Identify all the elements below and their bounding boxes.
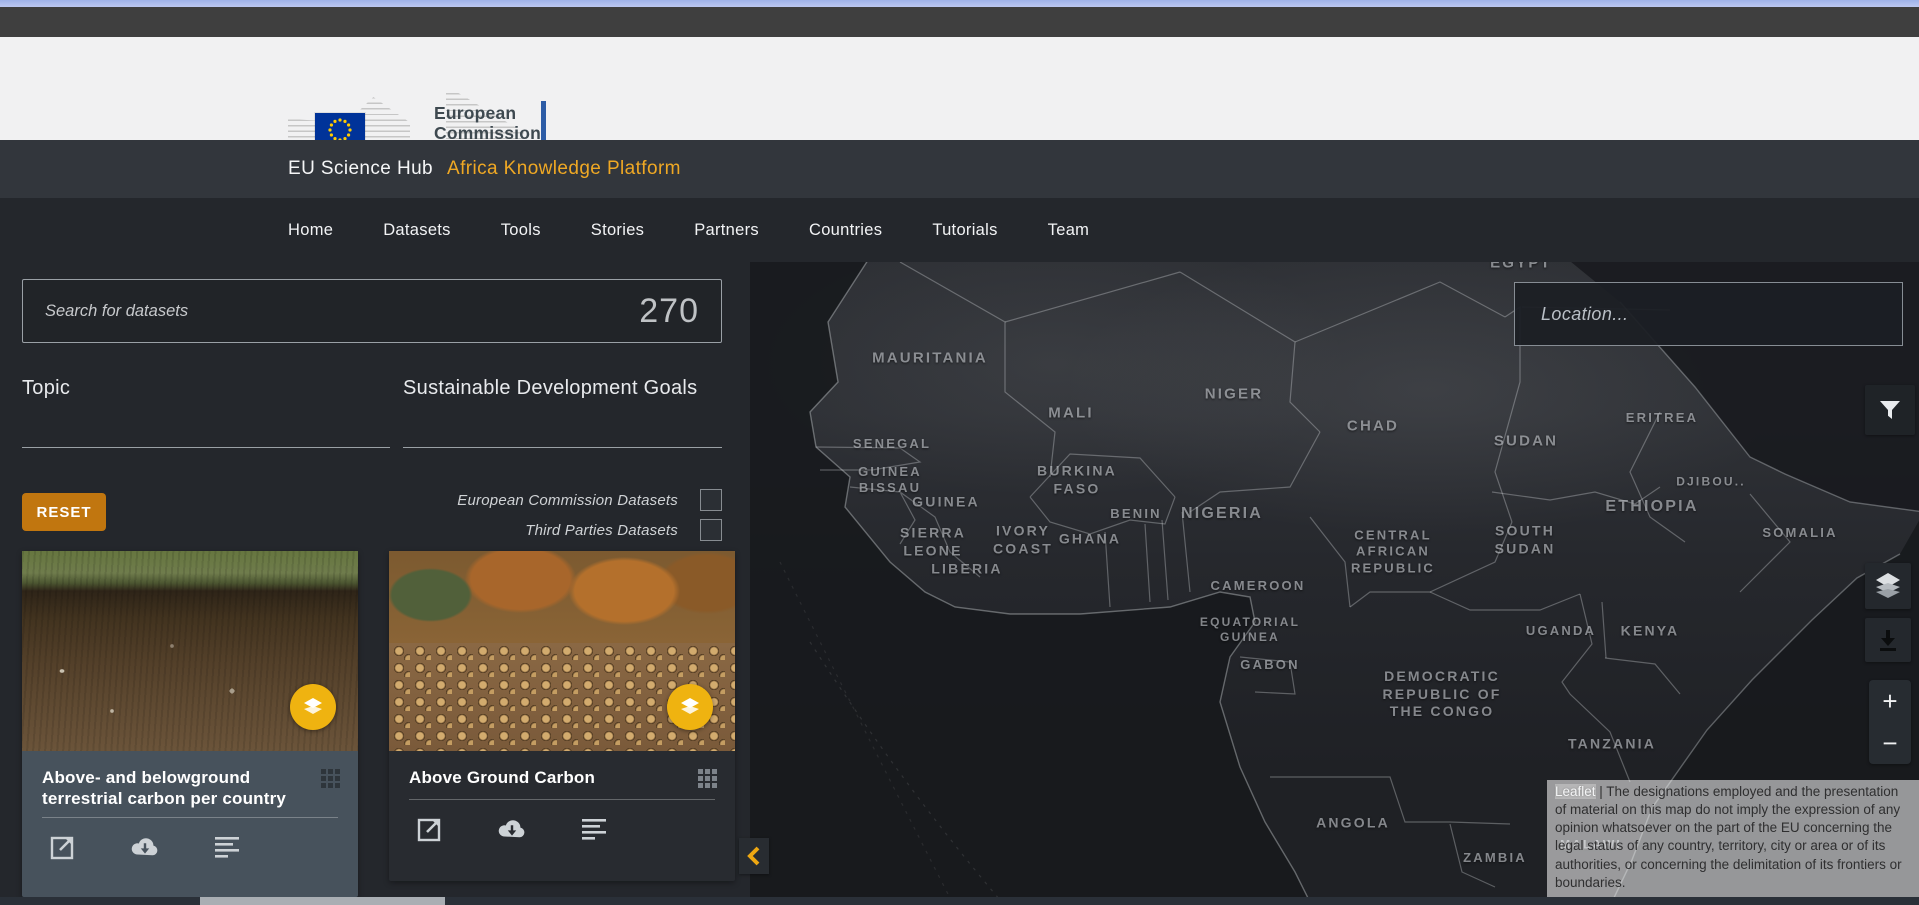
dataset-title: Above Ground Carbon <box>409 767 659 788</box>
nav-item-countries[interactable]: Countries <box>809 221 882 240</box>
nav-item-tutorials[interactable]: Tutorials <box>932 221 997 240</box>
platform-name[interactable]: Africa Knowledge Platform <box>447 158 681 180</box>
nav-item-partners[interactable]: Partners <box>694 221 759 240</box>
third-party-datasets-label: Third Parties Datasets <box>525 522 678 539</box>
africa-map[interactable]: EGYPTMAURITANIAMALINIGERCHADSUDANERITREA… <box>750 262 1919 897</box>
attribution-text: | The designations employed and the pres… <box>1555 784 1902 890</box>
nav-item-tools[interactable]: Tools <box>501 221 541 240</box>
dataset-card[interactable]: Above Ground Carbon <box>389 551 735 881</box>
browser-bar <box>0 7 1919 37</box>
map-attribution: Leaflet | The designations employed and … <box>1547 780 1919 897</box>
dataset-count: 270 <box>639 292 699 331</box>
horizontal-scrollbar[interactable] <box>0 897 1919 905</box>
ec-datasets-filter-row: European Commission Datasets <box>22 488 722 512</box>
content-area: Search for datasets 270 Topic Sustainabl… <box>0 262 1919 897</box>
search-placeholder: Search for datasets <box>45 302 188 321</box>
sdg-select-underline <box>403 447 722 448</box>
sidebar-collapse-button[interactable] <box>739 838 769 874</box>
scrollbar-thumb[interactable] <box>200 897 445 905</box>
zoom-out-button[interactable]: − <box>1869 722 1911 764</box>
grid-icon[interactable] <box>698 769 719 790</box>
map-filter-button[interactable] <box>1865 385 1915 435</box>
map-download-button[interactable] <box>1865 618 1911 662</box>
logo-text: European Commission <box>434 103 541 143</box>
layers-icon <box>301 695 325 719</box>
map-layers-button[interactable] <box>1865 563 1911 609</box>
open-external-icon[interactable] <box>48 832 78 862</box>
open-external-icon[interactable] <box>415 814 445 844</box>
dataset-search-input[interactable]: Search for datasets 270 <box>22 279 722 343</box>
topic-select[interactable]: Topic <box>22 377 70 400</box>
dataset-card[interactable]: Above- and belowground terrestrial carbo… <box>22 551 358 897</box>
zoom-in-button[interactable]: + <box>1869 680 1911 722</box>
layers-icon <box>678 695 702 719</box>
topic-select-underline <box>22 447 390 448</box>
ec-datasets-label: European Commission Datasets <box>457 492 678 509</box>
header: European Commission <box>0 37 1919 140</box>
nav-item-team[interactable]: Team <box>1048 221 1090 240</box>
nav-item-datasets[interactable]: Datasets <box>383 221 451 240</box>
site-bar: EU Science Hub Africa Knowledge Platform <box>0 140 1919 198</box>
card-divider <box>42 817 338 818</box>
site-name[interactable]: EU Science Hub <box>288 158 433 180</box>
description-lines-icon[interactable] <box>212 832 242 862</box>
third-party-datasets-filter-row: Third Parties Datasets <box>22 518 722 542</box>
nav-item-stories[interactable]: Stories <box>591 221 644 240</box>
ec-datasets-checkbox[interactable] <box>700 489 722 511</box>
layers-icon <box>1873 571 1903 601</box>
add-layer-button[interactable] <box>667 684 713 730</box>
location-search-input[interactable]: Location... <box>1514 282 1903 346</box>
third-party-datasets-checkbox[interactable] <box>700 519 722 541</box>
grid-icon[interactable] <box>321 769 342 790</box>
datasets-sidebar: Search for datasets 270 Topic Sustainabl… <box>0 262 750 897</box>
chevron-left-icon <box>745 844 763 868</box>
browser-top-strip <box>0 0 1919 7</box>
dataset-title: Above- and belowground terrestrial carbo… <box>42 767 292 809</box>
sdg-select[interactable]: Sustainable Development Goals <box>403 377 697 400</box>
nav-item-home[interactable]: Home <box>288 221 333 240</box>
main-nav: Home Datasets Tools Stories Partners Cou… <box>0 198 1919 262</box>
cloud-download-icon[interactable] <box>130 832 160 862</box>
map-zoom-control: + − <box>1869 680 1911 764</box>
card-divider <box>409 799 715 800</box>
cloud-download-icon[interactable] <box>497 814 527 844</box>
card-actions <box>415 814 609 844</box>
leaflet-link[interactable]: Leaflet <box>1555 784 1596 799</box>
location-placeholder: Location... <box>1541 304 1628 325</box>
add-layer-button[interactable] <box>290 684 336 730</box>
card-actions <box>48 832 242 862</box>
description-lines-icon[interactable] <box>579 814 609 844</box>
filter-funnel-icon <box>1877 397 1903 423</box>
download-icon <box>1875 627 1901 653</box>
